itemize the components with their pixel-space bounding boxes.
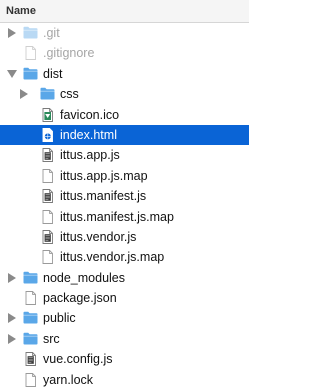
disclosure-collapsed-icon[interactable] <box>6 268 18 288</box>
tree-item-label: ittus.manifest.js.map <box>60 209 174 224</box>
disclosure-collapsed-icon[interactable] <box>6 23 18 43</box>
tree-item-label: vue.config.js <box>43 352 113 367</box>
tree-item-ittus-vendor-js[interactable]: ittus.vendor.js <box>0 227 249 247</box>
tree-item-label: ittus.manifest.js <box>60 189 147 204</box>
tree-item-label: ittus.app.js <box>60 148 120 163</box>
tree-item-label: yarn.lock <box>43 372 94 387</box>
name-column-header-label: Name <box>6 5 36 17</box>
tree-item-label: ittus.vendor.js.map <box>60 250 165 265</box>
html-file-icon <box>40 128 55 142</box>
tree-item-label: package.json <box>43 291 117 306</box>
tree-item-label: node_modules <box>43 270 126 285</box>
tree-item-ittus-app-js-map[interactable]: ittus.app.js.map <box>0 166 249 186</box>
disclosure-collapsed-icon[interactable] <box>18 84 30 104</box>
disclosure-collapsed-icon[interactable] <box>6 329 18 349</box>
tree-item-label: dist <box>43 66 63 81</box>
file-icon <box>23 46 38 61</box>
file-icon <box>40 168 55 183</box>
tree-item-label: .gitignore <box>43 46 95 61</box>
tree-item-label: favicon.ico <box>60 107 120 122</box>
tree-item-ittus-app-js[interactable]: ittus.app.js <box>0 145 249 165</box>
tree-item-public[interactable]: public <box>0 308 249 328</box>
tree-item-src[interactable]: src <box>0 329 249 349</box>
script-file-icon <box>40 148 55 163</box>
tree-item-vue-config-js[interactable]: vue.config.js <box>0 349 249 369</box>
tree-item-label: index.html <box>60 127 117 142</box>
disclosure-expanded-icon[interactable] <box>6 64 18 84</box>
tree-item-label: public <box>43 311 76 326</box>
tree-item-dot-git[interactable]: .git <box>0 23 249 43</box>
tree-item-label: src <box>43 331 60 346</box>
tree-item-ittus-manifest-js-map[interactable]: ittus.manifest.js.map <box>0 207 249 227</box>
script-file-icon <box>23 352 38 367</box>
name-column-header[interactable]: Name <box>0 0 249 23</box>
folder-icon <box>23 26 38 40</box>
folder-icon <box>23 332 38 346</box>
tree-item-css[interactable]: css <box>0 84 249 104</box>
tree-item-label: ittus.vendor.js <box>60 229 137 244</box>
tree-item-yarn-lock[interactable]: yarn.lock <box>0 370 249 390</box>
tree-item-dot-gitignore[interactable]: .gitignore <box>0 43 249 63</box>
tree-item-favicon-ico[interactable]: favicon.ico <box>0 105 249 125</box>
folder-icon <box>23 311 38 325</box>
script-file-icon <box>40 229 55 244</box>
script-file-icon <box>40 189 55 204</box>
tree-item-dist[interactable]: dist <box>0 64 249 84</box>
file-tree: .git .gitignore dist css favicon.ico index.ht… <box>0 23 249 390</box>
file-icon <box>23 372 38 387</box>
file-icon <box>40 250 55 265</box>
image-file-icon <box>40 107 55 122</box>
tree-item-node-modules[interactable]: node_modules <box>0 268 249 288</box>
tree-item-index-html[interactable]: index.html <box>0 124 249 146</box>
tree-item-label: ittus.app.js.map <box>60 168 148 183</box>
file-icon <box>40 209 55 224</box>
file-icon <box>23 291 38 306</box>
tree-item-label: .git <box>43 26 60 40</box>
disclosure-collapsed-icon[interactable] <box>6 308 18 328</box>
tree-item-package-json[interactable]: package.json <box>0 288 249 308</box>
folder-icon <box>23 271 38 285</box>
tree-item-ittus-manifest-js[interactable]: ittus.manifest.js <box>0 186 249 206</box>
tree-item-label: css <box>60 87 79 102</box>
folder-icon <box>23 67 38 81</box>
tree-item-ittus-vendor-js-map[interactable]: ittus.vendor.js.map <box>0 247 249 267</box>
folder-icon <box>40 87 55 101</box>
